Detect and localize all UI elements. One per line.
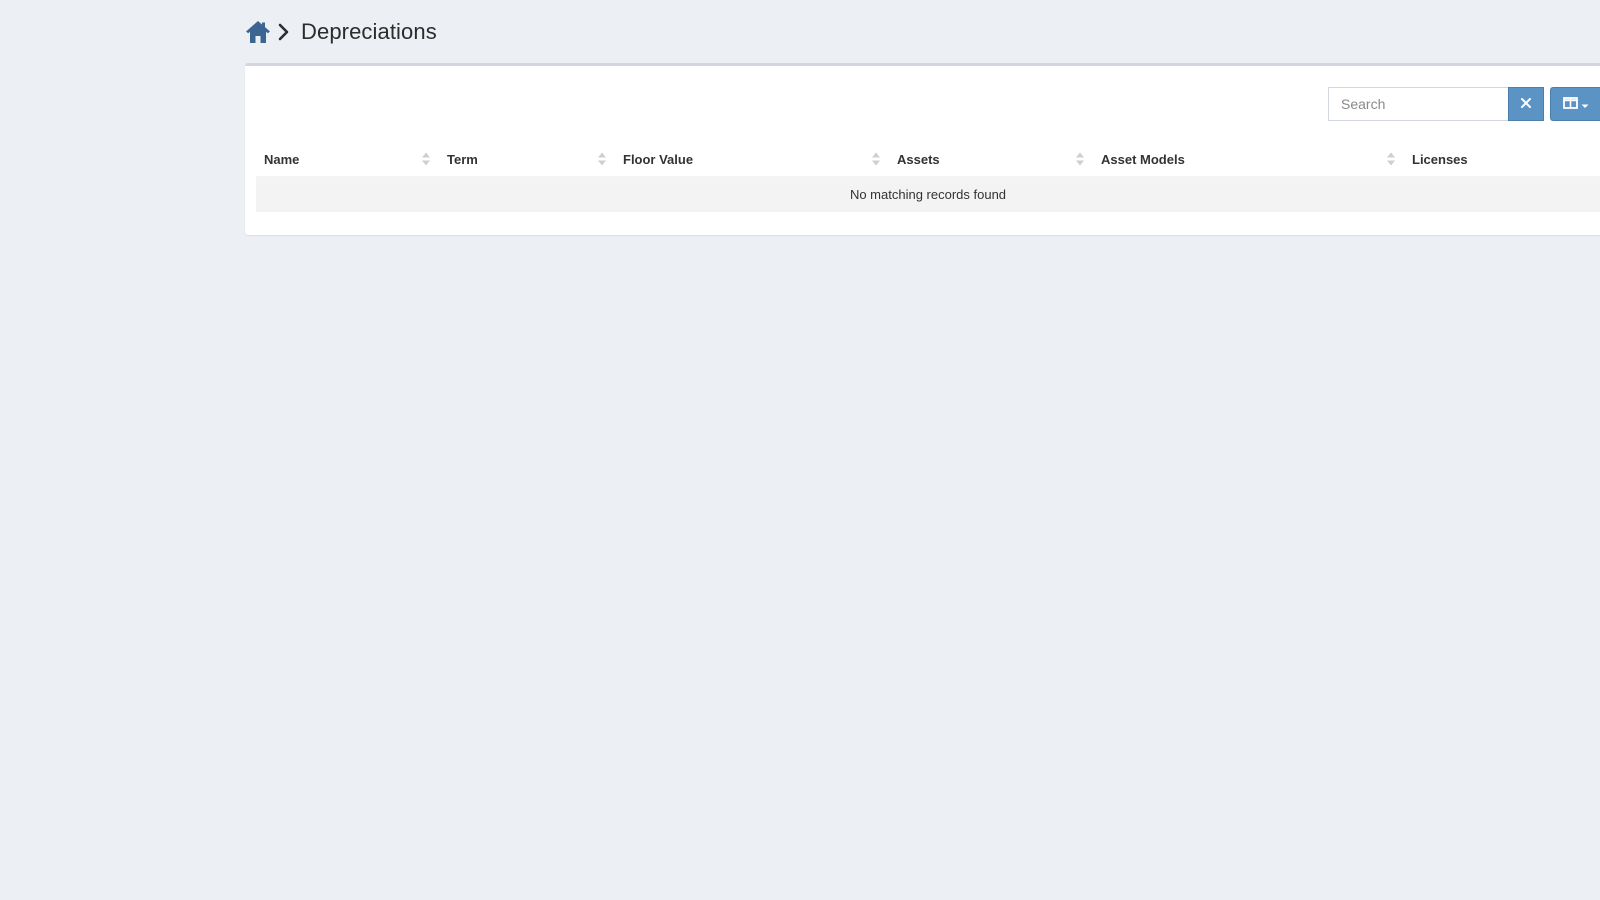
depreciations-table-wrapper: Name Term Floor Value Assets Asset Model… (256, 142, 1600, 212)
column-header-assets[interactable]: Assets (889, 142, 1093, 177)
home-icon[interactable] (245, 20, 271, 44)
column-header-term[interactable]: Term (439, 142, 615, 177)
sort-icon (1075, 151, 1085, 167)
empty-row: No matching records found (256, 176, 1600, 212)
search-input[interactable] (1328, 87, 1508, 121)
column-label: Term (447, 151, 478, 167)
column-label: Licenses (1412, 151, 1468, 167)
column-label: Assets (897, 151, 940, 167)
chevron-right-icon (277, 23, 291, 41)
column-label: Name (264, 151, 300, 167)
columns-toggle-button[interactable] (1550, 87, 1600, 121)
sort-icon (871, 151, 881, 167)
page: Depreciations Search Name Term Floor Val… (0, 0, 1600, 900)
table-header-row: Name Term Floor Value Assets Asset Model… (256, 142, 1600, 177)
caret-down-icon (1581, 97, 1589, 112)
column-header-name[interactable]: Name (256, 142, 439, 177)
breadcrumb: Depreciations (245, 14, 437, 50)
depreciations-table: Name Term Floor Value Assets Asset Model… (256, 142, 1600, 212)
columns-icon (1563, 96, 1578, 112)
page-title: Depreciations (301, 19, 437, 44)
sort-icon (1386, 151, 1396, 167)
column-label: Asset Models (1101, 151, 1185, 167)
table-toolbar (1328, 87, 1600, 121)
sort-icon (597, 151, 607, 167)
column-label: Floor Value (623, 151, 694, 167)
depreciations-panel: Name Term (245, 63, 1600, 235)
column-header-asset-models[interactable]: Asset Models (1093, 142, 1404, 177)
column-header-licenses[interactable]: Licenses (1404, 142, 1600, 177)
close-icon (1520, 97, 1532, 112)
column-header-floor-value[interactable]: Floor Value (615, 142, 889, 177)
empty-message: No matching records found (256, 176, 1600, 212)
clear-search-button[interactable] (1508, 87, 1544, 121)
sort-icon (421, 151, 431, 167)
